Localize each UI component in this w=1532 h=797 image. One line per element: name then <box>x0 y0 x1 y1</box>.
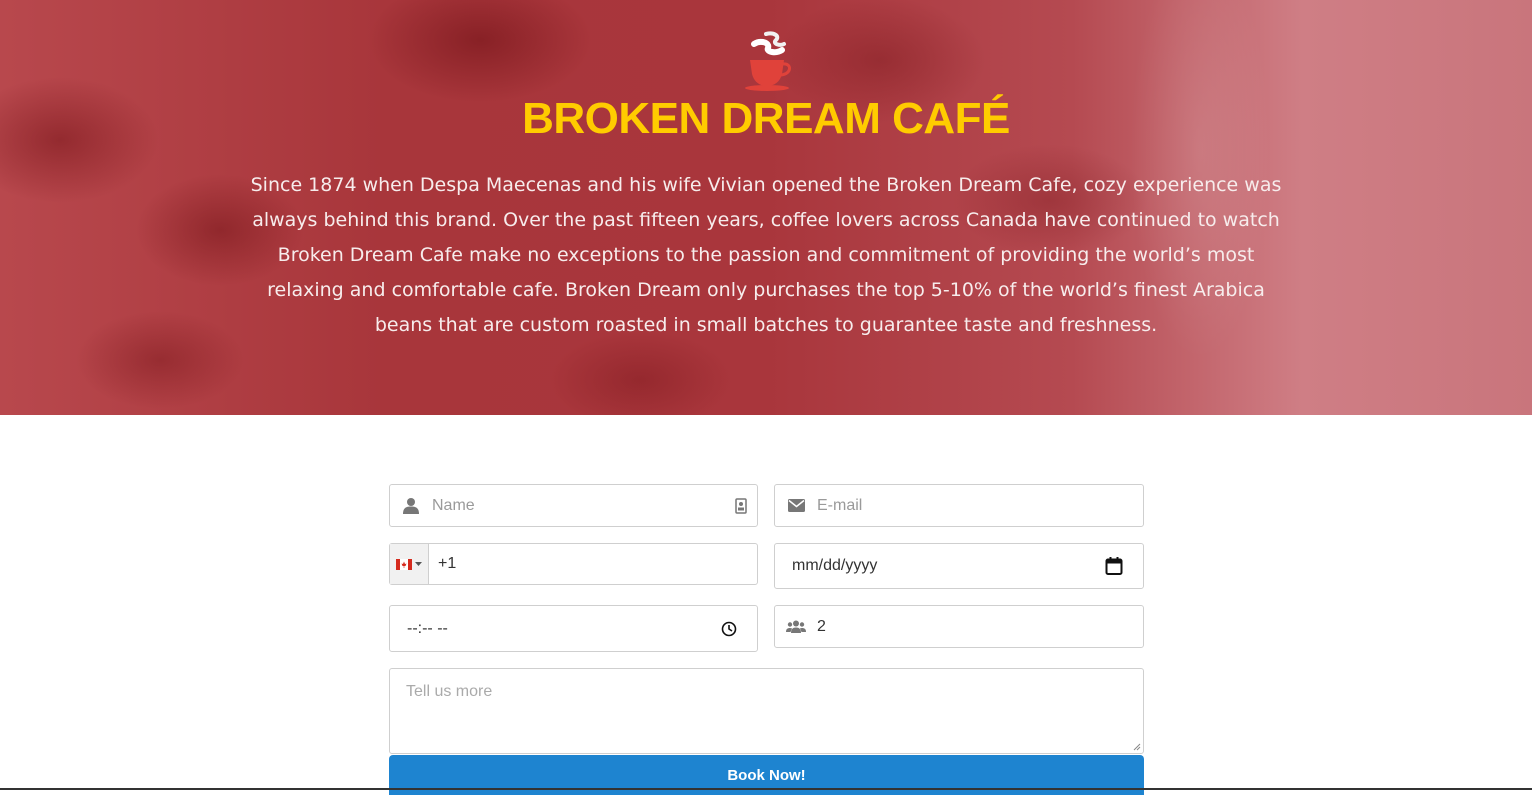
users-icon <box>775 620 817 633</box>
clock-icon[interactable] <box>721 621 737 637</box>
name-field[interactable]: Name <box>389 484 758 527</box>
email-field[interactable]: E-mail <box>774 484 1144 527</box>
calendar-icon[interactable] <box>1105 557 1123 576</box>
contact-card-icon[interactable] <box>735 497 747 514</box>
guests-value: 2 <box>817 617 826 635</box>
date-field[interactable]: mm/dd/yyyy <box>774 543 1144 589</box>
coffee-cup-icon <box>745 31 791 91</box>
hero-section: BROKEN DREAM CAFÉ Since 1874 when Despa … <box>0 0 1532 415</box>
intro-paragraph: Since 1874 when Despa Maecenas and his w… <box>250 174 1282 336</box>
phone-field[interactable]: +1 <box>389 543 758 585</box>
guests-field[interactable]: 2 <box>774 605 1144 648</box>
envelope-icon <box>775 499 817 512</box>
name-placeholder: Name <box>432 496 475 514</box>
message-placeholder: Tell us more <box>406 683 493 700</box>
time-value: --:-- -- <box>407 619 448 637</box>
resize-handle[interactable] <box>1131 741 1141 751</box>
country-selector[interactable] <box>390 544 429 584</box>
phone-value: +1 <box>438 555 457 572</box>
date-value: mm/dd/yyyy <box>792 557 878 574</box>
message-textarea[interactable]: Tell us more <box>389 668 1144 754</box>
canada-flag-icon <box>396 558 412 570</box>
time-field[interactable]: --:-- -- <box>389 605 758 652</box>
user-icon <box>390 497 432 514</box>
email-placeholder: E-mail <box>817 496 863 514</box>
page-title: BROKEN DREAM CAFÉ <box>522 94 1010 143</box>
chevron-down-icon <box>415 562 422 566</box>
